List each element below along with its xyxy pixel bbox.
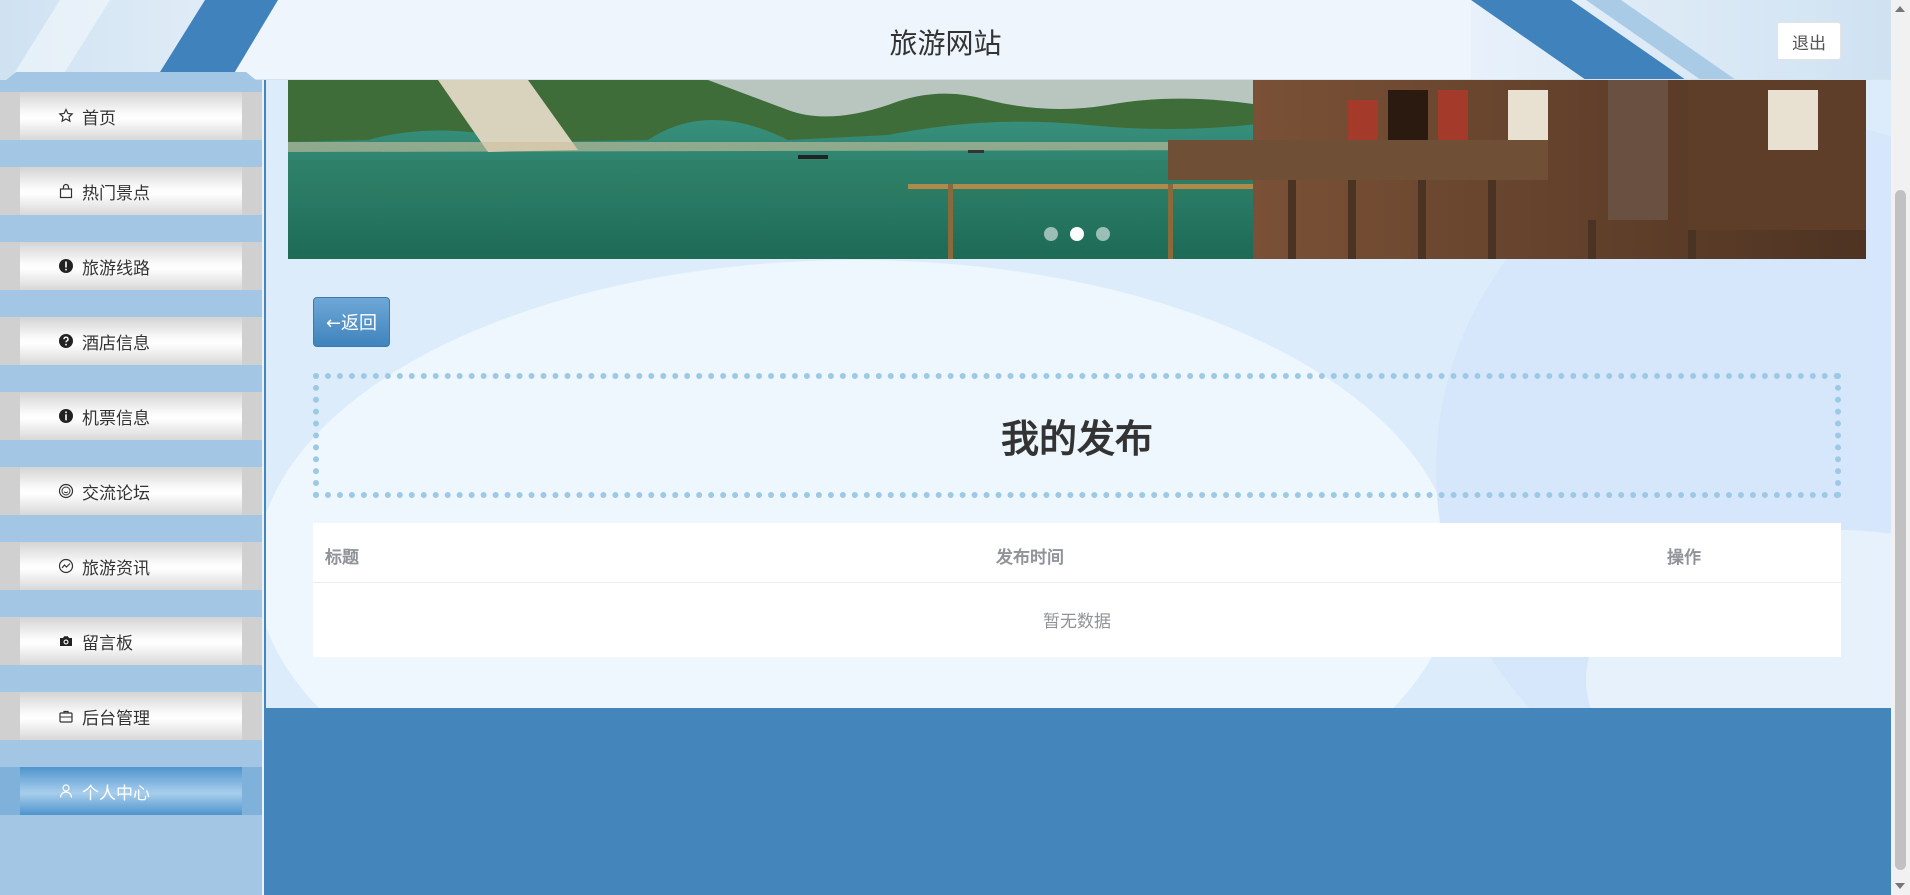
sidebar-item[interactable]: 机票信息 — [0, 392, 262, 440]
sidebar-item[interactable]: 个人中心 — [0, 767, 262, 815]
smile-icon — [58, 483, 74, 499]
page-title-box: 我的发布 — [313, 373, 1841, 498]
sidebar-item-button[interactable]: 酒店信息 — [20, 317, 242, 365]
bag-icon — [58, 183, 74, 199]
camera-icon — [58, 633, 74, 649]
nav-separator — [0, 822, 262, 848]
page-scrollbar[interactable] — [1891, 0, 1910, 895]
back-button[interactable]: ←返回 — [313, 297, 390, 347]
table-empty-state: 暂无数据 — [1043, 612, 1111, 632]
sidebar-item-button[interactable]: 旅游线路 — [20, 242, 242, 290]
column-header-actions: 操作 — [1667, 548, 1701, 568]
sidebar-item-label: 热门景点 — [82, 183, 150, 204]
logout-button[interactable]: 退出 — [1777, 22, 1841, 60]
carousel-banner — [288, 80, 1866, 259]
scrollbar-thumb[interactable] — [1895, 190, 1906, 870]
column-header-title: 标题 — [325, 548, 359, 568]
sidebar-item-label: 交流论坛 — [82, 483, 150, 504]
top-header: 旅游网站 退出 — [0, 0, 1891, 80]
sidebar-item-label: 留言板 — [82, 633, 133, 654]
sidebar-track: 首页热门景点旅游线路酒店信息机票信息交流论坛旅游资讯留言板后台管理个人中心 — [0, 72, 262, 848]
sidebar-item[interactable]: 留言板 — [0, 617, 262, 665]
chart-circle-icon — [58, 558, 74, 574]
sidebar-nav: 首页热门景点旅游线路酒店信息机票信息交流论坛旅游资讯留言板后台管理个人中心 — [0, 72, 264, 895]
table-header: 标题 发布时间 操作 — [313, 523, 1841, 583]
site-title: 旅游网站 — [889, 27, 1002, 60]
sidebar-item-label: 后台管理 — [82, 708, 150, 729]
sidebar-item-label: 旅游线路 — [82, 258, 150, 279]
sidebar-item[interactable]: 旅游资讯 — [0, 542, 262, 590]
sidebar-item-button[interactable]: 机票信息 — [20, 392, 242, 440]
sidebar-item-button[interactable]: 留言板 — [20, 617, 242, 665]
sidebar-item-label: 酒店信息 — [82, 333, 150, 354]
sidebar-item[interactable]: 酒店信息 — [0, 317, 262, 365]
sidebar-item-button[interactable]: 旅游资讯 — [20, 542, 242, 590]
carousel-dot[interactable] — [1044, 227, 1058, 241]
carousel-dot[interactable] — [1070, 227, 1084, 241]
sidebar-item[interactable]: 热门景点 — [0, 167, 262, 215]
sidebar-item-button[interactable]: 交流论坛 — [20, 467, 242, 515]
sidebar-item-button[interactable]: 热门景点 — [20, 167, 242, 215]
scroll-up-icon[interactable] — [1895, 6, 1905, 12]
info-circle-icon — [58, 408, 74, 424]
sidebar-item[interactable]: 首页 — [0, 92, 262, 140]
exclamation-circle-icon — [58, 258, 74, 274]
sidebar-item[interactable]: 后台管理 — [0, 692, 262, 740]
sidebar-item-label: 个人中心 — [82, 783, 150, 804]
page-title: 我的发布 — [1000, 417, 1153, 461]
carousel-indicators — [288, 227, 1866, 241]
sidebar-item-button[interactable]: 个人中心 — [20, 767, 242, 815]
column-header-publish-time: 发布时间 — [996, 548, 1064, 568]
sidebar-item-label: 旅游资讯 — [82, 558, 150, 579]
posts-table: 标题 发布时间 操作 暂无数据 — [313, 523, 1841, 657]
sidebar-item[interactable]: 旅游线路 — [0, 242, 262, 290]
briefcase-icon — [58, 708, 74, 724]
scroll-down-icon[interactable] — [1895, 883, 1905, 889]
carousel-dot[interactable] — [1096, 227, 1110, 241]
sidebar-item-label: 首页 — [82, 108, 116, 129]
sidebar-item[interactable]: 交流论坛 — [0, 467, 262, 515]
sidebar-item-label: 机票信息 — [82, 408, 150, 429]
main-area: ←返回 我的发布 标题 发布时间 操作 暂无数据 — [266, 80, 1891, 895]
user-icon — [58, 783, 74, 799]
star-icon — [58, 108, 74, 124]
question-circle-icon — [58, 333, 74, 349]
sidebar-item-button[interactable]: 首页 — [20, 92, 242, 140]
sidebar-item-button[interactable]: 后台管理 — [20, 692, 242, 740]
content-panel: ←返回 我的发布 标题 发布时间 操作 暂无数据 — [266, 80, 1891, 708]
